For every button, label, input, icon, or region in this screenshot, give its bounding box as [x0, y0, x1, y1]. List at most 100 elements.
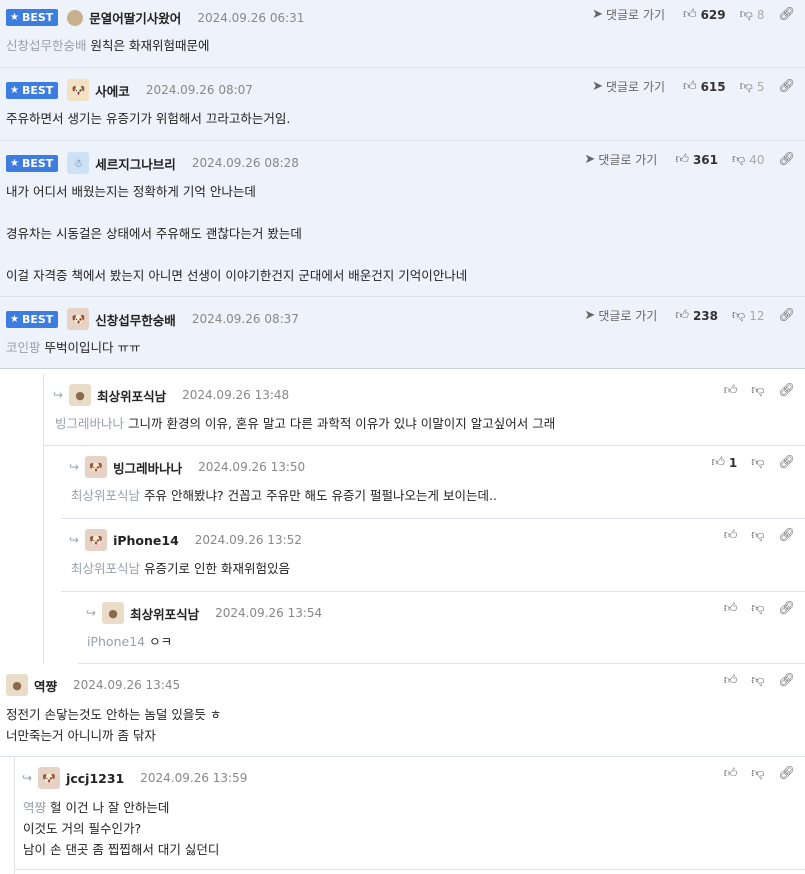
reply-comment: ↪ 🐶 jccj1231 2024.09.26 13:59 역쨩 헐 이건 나 잘…: [14, 757, 805, 870]
comment-date: 2024.09.26 13:52: [194, 533, 302, 547]
avatar[interactable]: 🐶: [67, 308, 90, 330]
reply-arrow-icon: ↪: [69, 533, 80, 547]
best-badge: ★ BEST: [6, 81, 59, 99]
downvote-button[interactable]: 👎︎ 5: [740, 79, 765, 94]
link-button[interactable]: 🔗︎: [778, 79, 795, 94]
upvote-button[interactable]: 👍︎: [724, 673, 738, 688]
author-name[interactable]: 역쨩: [34, 676, 57, 695]
link-button[interactable]: 🔗︎: [778, 152, 795, 167]
goto-reply-button[interactable]: ➤ 댓글로 가기: [584, 307, 661, 324]
thumb-down-icon: 👎︎: [751, 673, 765, 688]
upvote-button[interactable]: 👍︎: [724, 766, 738, 781]
author-name[interactable]: 최상위포식남: [130, 604, 199, 623]
link-button[interactable]: 🔗︎: [778, 601, 795, 616]
downvote-button[interactable]: 👎︎: [751, 383, 764, 398]
goto-reply-button[interactable]: ➤ 댓글로 가기: [584, 151, 661, 168]
thumb-up-icon: 👍︎: [711, 455, 725, 470]
best-badge: ★ BEST: [6, 9, 59, 26]
goto-reply-button[interactable]: ➤ 댓글로 가기: [592, 78, 669, 95]
author-name[interactable]: 신창섭무한숭배: [95, 310, 176, 329]
best-comment: ★ BEST 🐶 사에코 2024.09.26 08:07 주유하면서 생기는 유…: [0, 68, 805, 141]
link-button[interactable]: 🔗︎: [778, 766, 795, 781]
downvote-button[interactable]: 👎︎: [751, 673, 764, 688]
link-button[interactable]: 🔗︎: [778, 308, 795, 323]
star-icon: ★: [10, 157, 19, 169]
mention[interactable]: 빙그레바나나: [55, 416, 124, 431]
link-button[interactable]: 🔗︎: [778, 455, 795, 470]
upvote-button[interactable]: 👍︎: [724, 528, 738, 543]
thumb-up-icon: 👍︎: [675, 152, 689, 167]
upvote-button[interactable]: 👍︎ 361: [675, 152, 718, 167]
author-name[interactable]: 사에코: [95, 81, 130, 100]
reply-arrow-icon: ↪: [86, 606, 97, 620]
avatar[interactable]: 🐶: [85, 529, 108, 551]
downvote-button[interactable]: 👎︎: [751, 766, 764, 781]
upvote-button[interactable]: 👍︎ 238: [675, 308, 718, 323]
reply-comment: ↪ ● 최상위포식남 2024.09.26 13:48 빙그레바나나 그니까 환경…: [43, 374, 805, 446]
avatar[interactable]: ●: [6, 674, 28, 696]
star-icon: ★: [10, 313, 19, 325]
mention[interactable]: 최상위포식남: [71, 561, 140, 576]
upvote-button[interactable]: 👍︎ 615: [683, 79, 726, 94]
best-badge: ★ BEST: [6, 310, 59, 328]
downvote-button[interactable]: 👎︎ 40: [732, 152, 764, 167]
comment-date: 2024.09.26 13:48: [182, 388, 290, 402]
downvote-button[interactable]: 👎︎ 8: [740, 7, 765, 22]
star-icon: ★: [10, 12, 19, 23]
comment-actions: 👍︎ 👎︎ 🔗︎: [710, 766, 795, 781]
goto-reply-button[interactable]: ➤ 댓글로 가기: [592, 6, 669, 23]
comment-body: 정전기 손닿는것도 안하는 놈덜 있을듯 ㅎ 너만죽는거 아니니까 좀 닦자: [6, 707, 222, 743]
mention[interactable]: 역쨩: [23, 800, 46, 815]
downvote-button[interactable]: 👎︎ 12: [732, 308, 764, 323]
comment-actions: 👍︎ 👎︎ 🔗︎: [710, 673, 795, 688]
avatar[interactable]: ☃: [67, 152, 90, 174]
downvote-button[interactable]: 👎︎: [751, 455, 764, 470]
downvote-button[interactable]: 👎︎: [751, 528, 764, 543]
avatar[interactable]: 🐶: [38, 767, 61, 789]
upvote-button[interactable]: 👍︎ 1: [711, 455, 737, 470]
thumb-down-icon: 👎︎: [751, 766, 765, 781]
author-name[interactable]: 빙그레바나나: [113, 458, 182, 477]
thumb-up-icon: 👍︎: [723, 766, 738, 781]
link-button[interactable]: 🔗︎: [778, 528, 795, 543]
author-name[interactable]: jccj1231: [66, 771, 124, 786]
avatar[interactable]: 🐶: [67, 79, 90, 101]
link-button[interactable]: 🔗︎: [778, 7, 795, 22]
comment-date: 2024.09.26 08:07: [145, 83, 253, 97]
link-icon: 🔗︎: [778, 383, 795, 398]
avatar[interactable]: 🐶: [85, 456, 108, 478]
mention[interactable]: iPhone14: [87, 634, 145, 649]
mention[interactable]: 코인팡: [6, 340, 41, 355]
best-comment: ★ BEST 🐶 신창섭무한숭배 2024.09.26 08:37 코인팡 뚜벅이입…: [0, 297, 805, 369]
mention[interactable]: 신창섭무한숭배: [6, 38, 87, 53]
thumb-down-icon: 👎︎: [732, 152, 746, 167]
reply-comment: ↪ 🐶 iPhone14 2024.09.26 13:52 최상위포식남 유증기로…: [61, 519, 805, 592]
comment-date: 2024.09.26 08:37: [191, 312, 299, 326]
comment-date: 2024.09.26 13:45: [73, 678, 181, 692]
author-name[interactable]: iPhone14: [113, 533, 179, 548]
link-button[interactable]: 🔗︎: [778, 383, 795, 398]
comment-actions: ➤ 댓글로 가기 👍︎ 361 👎︎ 40 🔗︎: [570, 151, 795, 168]
reply-arrow-icon: ↪: [69, 460, 80, 474]
comment-body: 빙그레바나나 그니까 환경의 이유, 혼유 말고 다른 과학적 이유가 있냐 이말…: [55, 416, 556, 431]
author-name[interactable]: 문열어딸기사왔어: [89, 8, 181, 27]
author-name[interactable]: 최상위포식남: [97, 386, 166, 405]
avatar[interactable]: ●: [102, 602, 125, 624]
comment-actions: ➤ 댓글로 가기 👍︎ 615 👎︎ 5 🔗︎: [578, 78, 795, 95]
upvote-button[interactable]: 👍︎: [724, 383, 738, 398]
comment-body: 코인팡 뚜벅이입니다 ㅠㅠ: [6, 340, 141, 355]
upvote-button[interactable]: 👍︎: [724, 601, 738, 616]
link-button[interactable]: 🔗︎: [778, 673, 795, 688]
author-name[interactable]: 세르지그나브리: [95, 154, 176, 173]
comment-actions: 👍︎ 1 👎︎ 🔗︎: [697, 455, 795, 470]
thumb-up-icon: 👍︎: [723, 383, 738, 398]
comment-date: 2024.09.26 08:28: [191, 156, 299, 170]
comment-actions: 👍︎ 👎︎ 🔗︎: [710, 601, 795, 616]
mention[interactable]: 최상위포식남: [71, 488, 140, 503]
avatar[interactable]: [67, 9, 84, 26]
upvote-button[interactable]: 👍︎ 629: [683, 7, 726, 22]
thumb-up-icon: 👍︎: [682, 79, 697, 94]
avatar[interactable]: ●: [69, 384, 92, 406]
downvote-button[interactable]: 👎︎: [751, 601, 764, 616]
comment-body: 신창섭무한숭배 원칙은 화재위험때문에: [6, 38, 210, 53]
